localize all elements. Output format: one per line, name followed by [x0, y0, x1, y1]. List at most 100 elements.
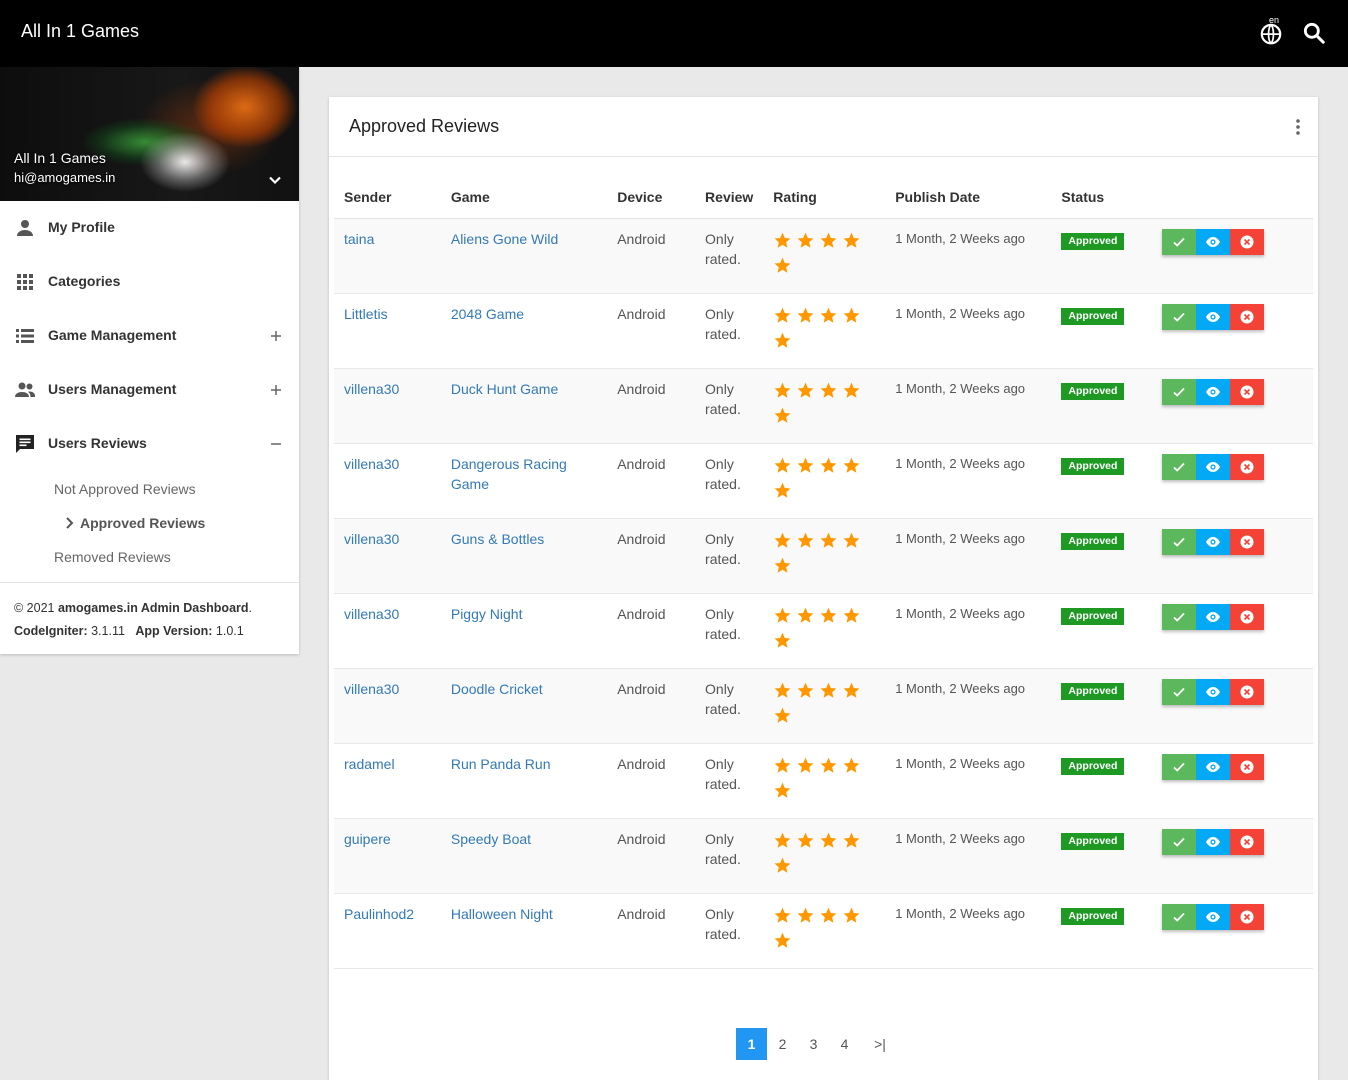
- sender-link[interactable]: Littletis: [344, 306, 388, 322]
- sender-link[interactable]: radamel: [344, 756, 395, 772]
- sidebar-item-users-reviews[interactable]: Users Reviews: [0, 417, 299, 471]
- remove-button[interactable]: [1230, 903, 1265, 930]
- sidebar-subitem-removed-reviews[interactable]: Removed Reviews: [0, 539, 299, 573]
- column-header-status[interactable]: Status: [1051, 176, 1153, 219]
- sender-link[interactable]: taina: [344, 231, 374, 247]
- reviews-table-body: taina Aliens Gone Wild Android Only rate…: [334, 218, 1313, 969]
- approve-button[interactable]: [1162, 303, 1197, 330]
- view-button[interactable]: [1196, 828, 1231, 855]
- game-cell: Aliens Gone Wild: [440, 218, 608, 294]
- sender-link[interactable]: villena30: [344, 456, 399, 472]
- game-link[interactable]: 2048 Game: [451, 306, 524, 322]
- view-button[interactable]: [1196, 753, 1231, 780]
- approve-button[interactable]: [1162, 378, 1197, 405]
- remove-button[interactable]: [1230, 303, 1265, 330]
- view-button[interactable]: [1196, 378, 1231, 405]
- remove-button[interactable]: [1230, 378, 1265, 405]
- column-header-game[interactable]: Game: [440, 176, 608, 219]
- view-button[interactable]: [1196, 228, 1231, 255]
- sender-link[interactable]: villena30: [344, 381, 399, 397]
- publish-date-cell: 1 Month, 2 Weeks ago: [885, 668, 1052, 744]
- game-link[interactable]: Halloween Night: [451, 906, 553, 922]
- approve-button[interactable]: [1162, 453, 1197, 480]
- sidebar-subitem-approved-reviews[interactable]: Approved Reviews: [0, 505, 299, 539]
- chevron-down-icon[interactable]: [265, 170, 285, 190]
- remove-button[interactable]: [1230, 528, 1265, 555]
- approve-button[interactable]: [1162, 903, 1197, 930]
- game-link[interactable]: Guns & Bottles: [451, 531, 544, 547]
- game-cell: Speedy Boat: [440, 818, 608, 894]
- view-button[interactable]: [1196, 603, 1231, 630]
- rating-cell: [763, 368, 886, 444]
- rating-cell: [763, 818, 886, 894]
- approve-button[interactable]: [1162, 228, 1197, 255]
- sender-link[interactable]: villena30: [344, 531, 399, 547]
- page-title: Approved Reviews: [349, 116, 500, 136]
- approve-button[interactable]: [1162, 678, 1197, 705]
- last-page-link[interactable]: >|: [860, 1028, 900, 1060]
- star-icon: [774, 707, 791, 723]
- column-header-review[interactable]: Review: [695, 176, 764, 219]
- remove-button[interactable]: [1230, 753, 1265, 780]
- game-link[interactable]: Piggy Night: [451, 606, 523, 622]
- page-link-1[interactable]: 1: [736, 1028, 767, 1060]
- game-link[interactable]: Speedy Boat: [451, 831, 531, 847]
- check-icon: [1173, 312, 1185, 322]
- page-link-4[interactable]: 4: [829, 1028, 860, 1060]
- status-badge: Approved: [1061, 307, 1125, 325]
- game-link[interactable]: Doodle Cricket: [451, 681, 543, 697]
- sender-link[interactable]: villena30: [344, 606, 399, 622]
- star-icon: [774, 482, 791, 498]
- view-button[interactable]: [1196, 528, 1231, 555]
- page-link-2[interactable]: 2: [767, 1028, 798, 1060]
- column-header-rating[interactable]: Rating: [763, 176, 886, 219]
- more-vert-icon[interactable]: [1289, 117, 1307, 137]
- status-badge: Approved: [1061, 832, 1125, 850]
- remove-button[interactable]: [1230, 678, 1265, 705]
- approve-button[interactable]: [1162, 753, 1197, 780]
- sidebar-item-my-profile[interactable]: My Profile: [0, 201, 299, 255]
- status-badge: Approved: [1061, 457, 1125, 475]
- game-link[interactable]: Dangerous Racing Game: [451, 456, 567, 492]
- page-link-3[interactable]: 3: [798, 1028, 829, 1060]
- status-badge: Approved: [1061, 232, 1125, 250]
- approve-button[interactable]: [1162, 603, 1197, 630]
- game-link[interactable]: Duck Hunt Game: [451, 381, 558, 397]
- remove-button[interactable]: [1230, 453, 1265, 480]
- sender-link[interactable]: Paulinhod2: [344, 906, 414, 922]
- remove-button[interactable]: [1230, 828, 1265, 855]
- sidebar-item-users-management[interactable]: Users Management: [0, 363, 299, 417]
- sidebar-subitem-not-approved-reviews[interactable]: Not Approved Reviews: [0, 471, 299, 505]
- view-button[interactable]: [1196, 453, 1231, 480]
- view-button[interactable]: [1196, 303, 1231, 330]
- game-link[interactable]: Aliens Gone Wild: [451, 231, 558, 247]
- star-icon: [797, 232, 814, 248]
- close-circle-icon: [1240, 910, 1254, 923]
- remove-button[interactable]: [1230, 228, 1265, 255]
- user-email: hi@amogames.in: [14, 170, 116, 185]
- view-button[interactable]: [1196, 678, 1231, 705]
- remove-button[interactable]: [1230, 603, 1265, 630]
- sidebar-item-game-management[interactable]: Game Management: [0, 309, 299, 363]
- column-header-publish-date[interactable]: Publish Date: [885, 176, 1052, 219]
- rating-cell: [763, 293, 886, 369]
- device-cell: Android: [607, 368, 696, 444]
- approve-button[interactable]: [1162, 828, 1197, 855]
- sender-link[interactable]: villena30: [344, 681, 399, 697]
- plus-icon[interactable]: [268, 328, 284, 344]
- language-icon[interactable]: en: [1258, 15, 1284, 46]
- minus-icon[interactable]: [268, 436, 284, 452]
- status-cell: Approved: [1051, 518, 1153, 594]
- view-button[interactable]: [1196, 903, 1231, 930]
- star-icon: [774, 407, 791, 423]
- column-header-device[interactable]: Device: [607, 176, 696, 219]
- approve-button[interactable]: [1162, 528, 1197, 555]
- sidebar-subitem-label: Approved Reviews: [80, 515, 206, 531]
- search-icon[interactable]: [1301, 20, 1327, 46]
- sender-link[interactable]: guipere: [344, 831, 391, 847]
- column-header-sender[interactable]: Sender: [334, 176, 441, 219]
- plus-icon[interactable]: [268, 382, 284, 398]
- game-link[interactable]: Run Panda Run: [451, 756, 551, 772]
- status-badge: Approved: [1061, 907, 1125, 925]
- sidebar-item-categories[interactable]: Categories: [0, 255, 299, 309]
